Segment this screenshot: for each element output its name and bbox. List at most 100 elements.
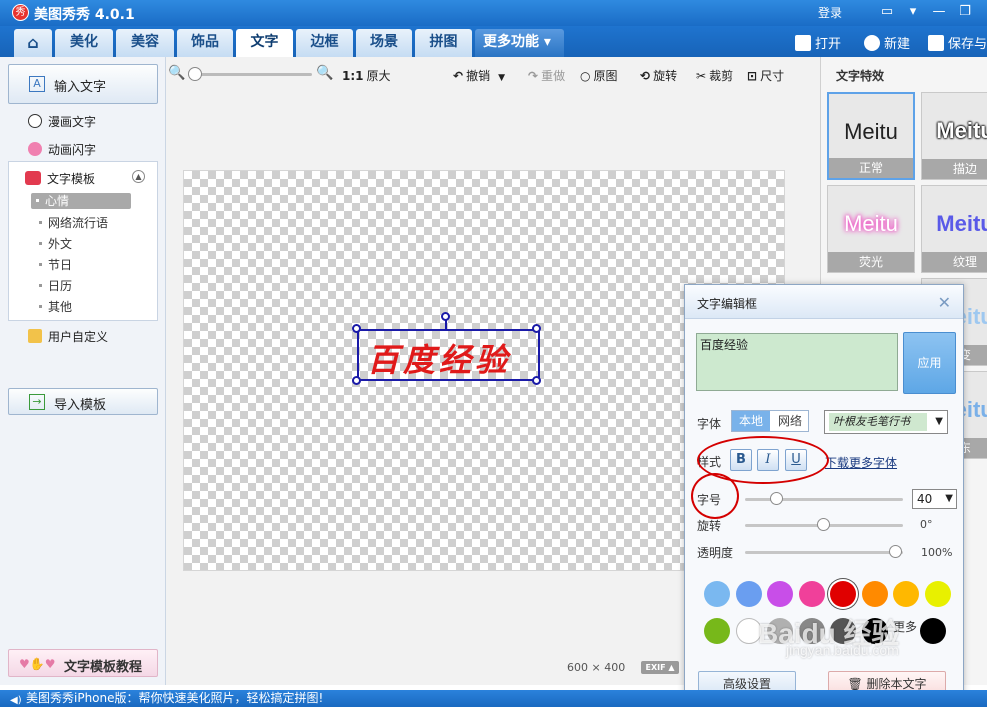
- undo-dropdown-icon[interactable]: ▼: [498, 73, 505, 83]
- image-height: 400: [604, 661, 626, 674]
- comic-text-item[interactable]: 漫画文字: [28, 113, 96, 130]
- zoom-slider-thumb[interactable]: [188, 67, 202, 81]
- dialog-header[interactable]: 文字编辑框 ✕: [685, 285, 963, 319]
- text-effects-title: 文字特效: [836, 69, 885, 83]
- font-select[interactable]: 叶根友毛笔行书 ▼: [824, 410, 948, 434]
- template-item-other[interactable]: 其他: [39, 298, 72, 315]
- rotate-label: 旋转: [653, 69, 678, 83]
- effect-stroke[interactable]: Meitu 描边: [921, 92, 987, 180]
- menu-dropdown-icon[interactable]: ▾: [904, 3, 922, 21]
- zoom-slider[interactable]: [194, 73, 312, 76]
- font-web-tab[interactable]: 网络: [771, 411, 809, 431]
- text-template-tutorial-button[interactable]: ♥✋♥ 文字模板教程: [8, 649, 158, 677]
- font-size-slider-thumb[interactable]: [770, 492, 783, 505]
- tab-scene[interactable]: 场景: [356, 29, 412, 57]
- apply-button[interactable]: 应用: [903, 332, 956, 394]
- template-item-calendar[interactable]: 日历: [39, 277, 72, 294]
- love-you-icon: [25, 171, 41, 185]
- opacity-slider-thumb[interactable]: [889, 545, 902, 558]
- status-message[interactable]: 美图秀秀iPhone版：帮你快速美化照片，轻松搞定拼图!: [26, 691, 323, 705]
- text-input[interactable]: 百度经验: [696, 333, 898, 391]
- tab-beautify[interactable]: 美化: [55, 29, 113, 57]
- color-swatch[interactable]: [893, 581, 919, 607]
- color-swatch[interactable]: [798, 581, 825, 607]
- text-object[interactable]: 百度经验: [357, 329, 540, 381]
- resize-handle-bottom-right[interactable]: [532, 376, 541, 385]
- effect-texture[interactable]: Meitu 纹理: [921, 185, 987, 273]
- template-item-holiday[interactable]: 节日: [39, 256, 72, 273]
- resize-handle-bottom-left[interactable]: [352, 376, 361, 385]
- effect-glow[interactable]: Meitu 荧光: [827, 185, 915, 273]
- original-size-button[interactable]: 1:1 原大: [342, 67, 391, 84]
- font-label: 字体: [697, 417, 722, 431]
- redo-button[interactable]: ↷ 重做: [528, 67, 565, 84]
- resize-button[interactable]: ⊡ 尺寸: [747, 67, 784, 84]
- minimize-icon[interactable]: —: [930, 3, 948, 21]
- text-a-icon: A: [29, 76, 45, 92]
- login-link[interactable]: 登录: [818, 4, 842, 21]
- left-panel: A 输入文字 漫画文字 动画闪字 文字模板 ▲ 心情 网络流行语 外文 节日 日…: [0, 57, 166, 685]
- restore-icon[interactable]: ❐: [956, 3, 974, 21]
- resize-handle-top-right[interactable]: [532, 324, 541, 333]
- font-size-slider[interactable]: [745, 498, 903, 501]
- redo-label: 重做: [541, 69, 566, 83]
- tab-collage[interactable]: 拼图: [415, 29, 472, 57]
- color-swatch[interactable]: [830, 581, 856, 607]
- chevron-down-icon: ▼: [945, 493, 953, 504]
- template-item-foreign[interactable]: 外文: [39, 235, 72, 252]
- message-icon[interactable]: ▭: [878, 3, 896, 21]
- color-swatch[interactable]: [924, 581, 951, 607]
- tab-home[interactable]: ⌂: [14, 29, 52, 57]
- undo-button[interactable]: ↶ 撤销 ▼: [453, 67, 505, 84]
- text-templates-header[interactable]: 文字模板: [25, 170, 95, 187]
- animated-text-item[interactable]: 动画闪字: [28, 141, 96, 158]
- color-swatch[interactable]: [704, 618, 730, 644]
- resize-handle-top-left[interactable]: [352, 324, 361, 333]
- app-title: 美图秀秀 4.0.1: [34, 7, 135, 23]
- opacity-slider[interactable]: [745, 551, 903, 554]
- template-item-internet-slang[interactable]: 网络流行语: [39, 214, 108, 231]
- template-item-label: 其他: [48, 300, 73, 314]
- template-item-mood[interactable]: 心情: [31, 193, 131, 209]
- download-fonts-link[interactable]: 下载更多字体: [825, 454, 897, 471]
- open-button[interactable]: 打开: [795, 33, 841, 52]
- tutorial-label: 文字模板教程: [64, 660, 143, 675]
- import-template-label: 导入模板: [54, 398, 107, 413]
- import-template-button[interactable]: → 导入模板: [8, 388, 158, 415]
- new-button[interactable]: 新建: [864, 33, 910, 52]
- color-swatch[interactable]: [735, 581, 762, 607]
- save-label: 保存与: [948, 37, 987, 52]
- tab-accessories[interactable]: 饰品: [177, 29, 233, 57]
- tab-beauty[interactable]: 美容: [116, 29, 174, 57]
- rotate-slider-thumb[interactable]: [817, 518, 830, 531]
- original-image-button[interactable]: ○ 原图: [580, 67, 618, 84]
- template-item-label: 外文: [48, 237, 73, 251]
- color-swatch[interactable]: [861, 581, 888, 607]
- rotate-value: 0°: [920, 518, 933, 531]
- template-item-label: 网络流行语: [48, 216, 109, 230]
- close-icon[interactable]: ✕: [938, 293, 951, 312]
- color-swatch[interactable]: [704, 581, 730, 607]
- input-text-button[interactable]: A 输入文字: [8, 64, 158, 104]
- effect-normal[interactable]: Meitu 正常: [827, 92, 915, 180]
- tab-more-features[interactable]: 更多功能 ▾: [475, 29, 564, 57]
- effect-preview: Meitu: [828, 186, 914, 252]
- text-templates-panel: 文字模板 ▲ 心情 网络流行语 外文 节日 日历 其他: [8, 161, 158, 321]
- zoom-out-icon[interactable]: 🔍: [168, 65, 185, 81]
- rotate-button[interactable]: ⟲ 旋转: [640, 67, 677, 84]
- rotate-handle[interactable]: [441, 312, 450, 321]
- font-local-tab[interactable]: 本地: [732, 411, 770, 431]
- tab-text[interactable]: 文字: [236, 29, 293, 57]
- save-button[interactable]: 保存与: [928, 33, 987, 52]
- custom-templates-item[interactable]: 用户自定义: [28, 328, 108, 345]
- tab-border[interactable]: 边框: [296, 29, 353, 57]
- collapse-up-icon[interactable]: ▲: [132, 170, 145, 183]
- color-swatch[interactable]: [767, 581, 793, 607]
- crop-button[interactable]: ✂ 裁剪: [696, 67, 733, 84]
- exif-button[interactable]: EXIF ▲: [641, 661, 679, 674]
- color-swatch[interactable]: [920, 618, 946, 644]
- font-size-select[interactable]: 40 ▼: [912, 489, 957, 509]
- effect-preview: Meitu: [922, 186, 987, 252]
- zoom-in-icon[interactable]: 🔍: [316, 65, 333, 81]
- annotation-circle: [691, 473, 739, 519]
